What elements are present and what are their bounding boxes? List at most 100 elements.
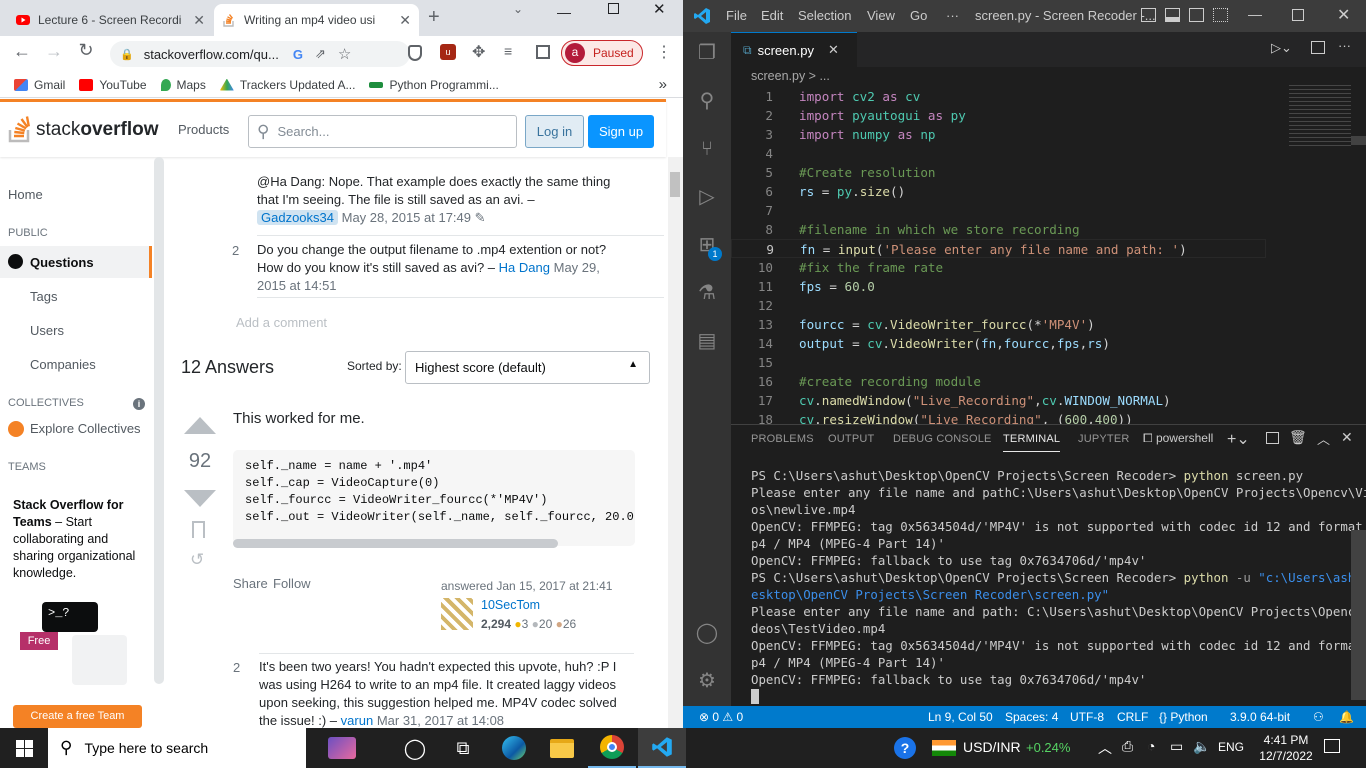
vscode-taskbar-icon[interactable] [638,728,686,768]
back-icon[interactable]: ← [8,41,36,62]
panel-tab-debug-console[interactable]: DEBUG CONSOLE [893,433,992,445]
notifications-icon[interactable]: 🔔 [1339,710,1354,724]
minimize-icon[interactable]: — [557,4,571,20]
sort-select[interactable]: Highest score (default) ▲ [405,351,650,384]
menu-file[interactable]: File [726,8,747,23]
bookmark-icon[interactable] [192,521,205,538]
more-actions-icon[interactable]: ··· [1338,38,1351,53]
code-line[interactable]: 11 fps = 60.0 [731,277,1331,296]
interpreter[interactable]: 3.9.0 64-bit [1230,710,1290,724]
help-icon[interactable]: ? [890,728,920,768]
bookmark-python[interactable]: Python Programmi... [369,78,499,92]
comment-user[interactable]: Ha Dang [499,260,550,275]
scroll-thumb[interactable] [670,172,680,197]
line-ending[interactable]: CRLF [1117,710,1148,724]
share-link[interactable]: Share [233,576,268,591]
cursor-position[interactable]: Ln 9, Col 50 [928,710,993,724]
google-icon[interactable]: G [293,47,303,62]
code-line[interactable]: 7 [731,201,1331,220]
login-button[interactable]: Log in [525,115,584,148]
code-line[interactable]: 4 [731,144,1331,163]
cortana-icon[interactable]: ◯ [394,728,436,768]
code-area[interactable]: 1 import cv2 as cv 2 import pyautogui as py… [731,87,1366,424]
trash-icon[interactable]: 🗑 [1289,429,1307,446]
star-icon[interactable]: ☆ [338,45,351,63]
code-line[interactable]: 13 fourcc = cv.VideoWriter_fourcc(*'MP4V'… [731,315,1331,334]
share-icon[interactable]: ⇗ [315,46,326,62]
meet-icon[interactable]: ⎙ [1122,738,1133,755]
code-line[interactable]: 14 output = cv.VideoWriter(fn,fourcc,fps,… [731,334,1331,353]
jupyter-icon[interactable]: ▤ [695,329,719,353]
code-line[interactable]: 12 [731,296,1331,315]
panel-tab-output[interactable]: OUTPUT [828,433,874,445]
nav-tags[interactable]: Tags [30,289,57,304]
comment-user[interactable]: varun [341,713,374,728]
terminal-profile[interactable]: ⧠ powershell [1143,431,1213,446]
close-icon[interactable]: ✕ [193,12,205,29]
history-icon[interactable]: ↺ [190,550,204,570]
reload-icon[interactable]: ↻ [72,40,100,61]
close-icon[interactable]: ✕ [1337,5,1350,25]
edge-icon[interactable] [490,728,538,768]
tab-lecture[interactable]: Lecture 6 - Screen Recordi ✕ [8,4,213,36]
menu-more[interactable]: ··· [946,8,959,23]
terminal-output[interactable]: PS C:\Users\ashut\Desktop\OpenCV Project… [731,467,1366,707]
code-line[interactable]: 3 import numpy as np [731,125,1331,144]
bookmark-gmail[interactable]: Gmail [14,78,65,92]
signup-button[interactable]: Sign up [588,115,654,148]
maximize-panel-icon[interactable]: ︿ [1317,429,1330,448]
code-line[interactable]: 6 rs = py.size() [731,182,1331,201]
comment-date[interactable]: May 28, 2015 at 17:49 [342,210,471,225]
new-terminal-icon[interactable]: +⌄ [1227,429,1250,449]
tray-expand-icon[interactable]: ︿ [1098,738,1112,758]
page-scrollbar[interactable] [668,157,683,728]
panel-tab-problems[interactable]: PROBLEMS [751,433,814,445]
close-panel-icon[interactable]: ✕ [1341,429,1353,446]
nav-users[interactable]: Users [30,323,64,338]
comment-date-cont[interactable]: at 14:51 [290,278,337,293]
upvote-icon[interactable] [184,417,216,435]
layout-secondary-icon[interactable] [1189,8,1204,22]
maximize-icon[interactable] [608,3,619,14]
info-icon[interactable]: i [133,398,145,410]
bookmarks-more[interactable]: » [659,76,667,93]
split-terminal-icon[interactable] [1266,432,1279,444]
customize-layout-icon[interactable] [1213,8,1228,22]
code-line[interactable]: 15 [731,353,1331,372]
ticker-symbol[interactable]: USD/INR [963,739,1021,755]
settings-gear-icon[interactable]: ⚙ [695,669,719,693]
split-editor-icon[interactable] [1311,41,1325,54]
bookmark-trackers[interactable]: Trackers Updated A... [219,78,355,92]
panel-tab-jupyter[interactable]: JUPYTER [1078,433,1130,445]
nav-explore-collectives[interactable]: Explore Collectives [30,421,141,436]
clapper-app-icon[interactable] [318,728,366,768]
code-line[interactable]: 16 #create recording module [731,372,1331,391]
puzzle-icon[interactable]: ✥ [472,42,485,62]
comment-user[interactable]: Gadzooks34 [257,210,338,225]
encoding[interactable]: UTF-8 [1070,710,1104,724]
testing-icon[interactable]: ⚗ [695,281,719,305]
window-close-icon[interactable]: ✕ [653,0,666,18]
so-logo[interactable]: stack overflow [8,113,158,143]
media-icon[interactable]: ≡ [504,43,512,59]
start-button[interactable] [0,728,48,768]
comment-date[interactable]: Mar 31, 2017 at 14:08 [377,713,504,728]
menu-go[interactable]: Go [910,8,927,23]
add-comment-link[interactable]: Add a comment [236,315,327,330]
minimap[interactable] [1289,85,1351,147]
address-bar[interactable]: 🔒 stackoverflow.com/qu... G ⇗ ☆ [110,41,410,67]
nav-companies[interactable]: Companies [30,357,96,372]
notification-center-icon[interactable] [1324,739,1340,753]
tab-stackoverflow[interactable]: Writing an mp4 video usi ✕ [214,4,419,36]
indentation[interactable]: Spaces: 4 [1005,710,1058,724]
chrome-icon[interactable] [588,728,636,768]
code-line[interactable]: 9 fn = input('Please enter any file name … [731,239,1266,258]
menu-icon[interactable]: ⋮ [656,42,672,62]
code-line[interactable]: 5 #Create resolution [731,163,1331,182]
panel-tab-terminal[interactable]: TERMINAL [1003,433,1061,452]
so-search-input[interactable]: ⚲ Search... [248,115,517,148]
code-line[interactable]: 17 cv.namedWindow("Live_Recording",cv.WIN… [731,391,1331,410]
code-line[interactable]: 1 import cv2 as cv [731,87,1331,106]
run-debug-icon[interactable]: ▷ [695,185,719,209]
menu-selection[interactable]: Selection [798,8,851,23]
